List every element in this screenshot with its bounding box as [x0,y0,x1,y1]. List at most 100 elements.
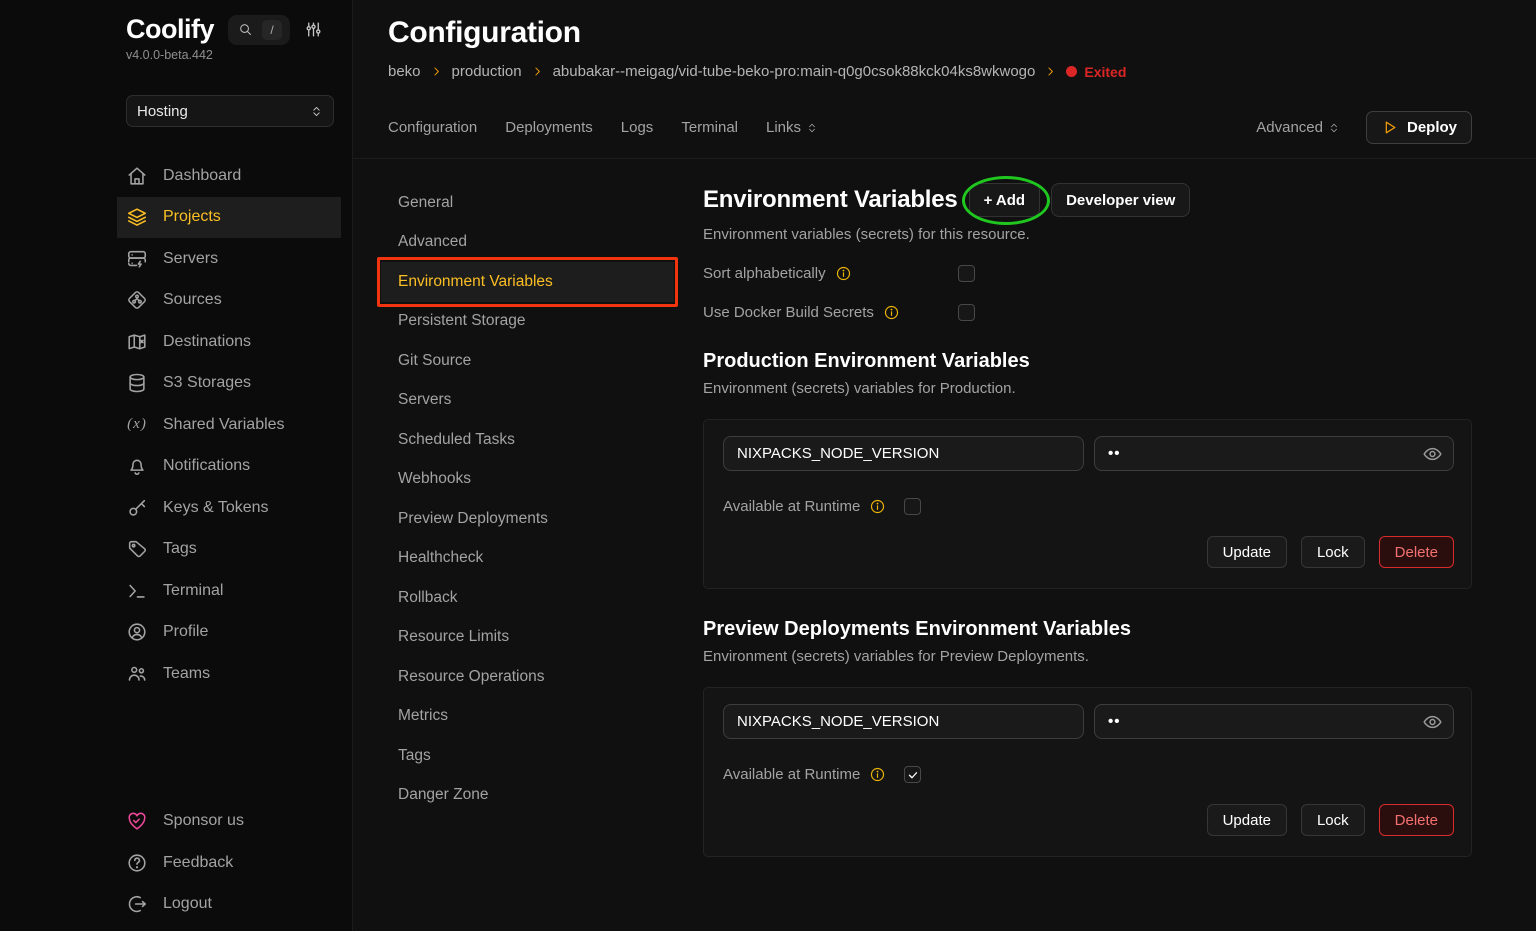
deploy-button[interactable]: Deploy [1366,111,1472,144]
sidebar-item-servers[interactable]: Servers [117,238,341,280]
subnav-item-persistent-storage[interactable]: Persistent Storage [388,302,674,342]
sidebar-item-notifications[interactable]: Notifications [117,446,341,488]
update-button[interactable]: Update [1207,536,1287,568]
status-dot [1066,66,1077,77]
breadcrumb-resource[interactable]: abubakar--meigag/vid-tube-beko-pro:main-… [553,63,1036,80]
chevron-updown-icon [806,122,818,134]
sort-alphabetically-checkbox[interactable] [958,265,975,282]
sidebar-nav: Dashboard Projects Servers Sources Desti… [126,155,342,695]
breadcrumb-environment[interactable]: production [452,63,522,80]
sort-alphabetically-label: Sort alphabetically [703,265,826,282]
subnav-item-resource-operations[interactable]: Resource Operations [388,657,674,697]
chevron-right-icon [430,65,443,78]
eye-icon[interactable] [1422,711,1443,732]
docker-build-secrets-label: Use Docker Build Secrets [703,304,874,321]
subnav-item-tags[interactable]: Tags [388,736,674,776]
status-badge: Exited [1066,64,1126,80]
heart-icon [126,810,148,832]
layers-icon [126,206,148,228]
main-area: Configuration beko production abubakar--… [353,0,1536,931]
tab-links[interactable]: Links [766,119,818,136]
add-variable-button[interactable]: + Add [969,183,1041,217]
tab-deployments[interactable]: Deployments [505,119,593,136]
subnav-item-advanced[interactable]: Advanced [388,223,674,263]
variable-value-input[interactable] [1094,704,1454,739]
subnav-item-preview-deployments[interactable]: Preview Deployments [388,499,674,539]
subnav-item-danger-zone[interactable]: Danger Zone [388,776,674,816]
settings-subnav: General Advanced Environment Variables P… [388,183,674,857]
docker-build-secrets-checkbox[interactable] [958,304,975,321]
variable-key-input[interactable] [723,704,1084,739]
sidebar-item-tags[interactable]: Tags [117,529,341,571]
sidebar-item-feedback[interactable]: Feedback [117,842,341,884]
variable-value-input[interactable] [1094,436,1454,471]
variable-key-input[interactable] [723,436,1084,471]
subnav-item-healthcheck[interactable]: Healthcheck [388,539,674,579]
sidebar-item-destinations[interactable]: Destinations [117,321,341,363]
sidebar-item-sources[interactable]: Sources [117,280,341,322]
lock-button[interactable]: Lock [1301,536,1365,568]
info-icon [869,498,886,515]
update-button[interactable]: Update [1207,804,1287,836]
tab-terminal[interactable]: Terminal [681,119,738,136]
tab-configuration[interactable]: Configuration [388,119,477,136]
sidebar-item-profile[interactable]: Profile [117,612,341,654]
breadcrumb-project[interactable]: beko [388,63,421,80]
sidebar-footer: Sponsor us Feedback Logout [126,801,341,926]
info-icon [883,304,900,321]
settings-sliders-icon[interactable] [304,20,323,39]
eye-icon[interactable] [1422,443,1443,464]
logout-icon [126,893,148,915]
sidebar-item-logout[interactable]: Logout [117,884,341,926]
sidebar-item-shared-variables[interactable]: (x) Shared Variables [117,404,341,446]
subnav-item-metrics[interactable]: Metrics [388,697,674,737]
subnav-item-rollback[interactable]: Rollback [388,578,674,618]
sidebar-item-projects[interactable]: Projects [117,197,341,239]
sidebar-item-sponsor[interactable]: Sponsor us [117,801,341,843]
page-title: Configuration [388,16,1472,50]
production-section-subtitle: Environment (secrets) variables for Prod… [703,380,1472,397]
status-text: Exited [1084,64,1126,80]
section-subtitle: Environment variables (secrets) for this… [703,226,1472,243]
available-at-runtime-label: Available at Runtime [723,766,860,783]
subnav-item-git-source[interactable]: Git Source [388,341,674,381]
section-title: Environment Variables [703,186,958,214]
sidebar-item-teams[interactable]: Teams [117,653,341,695]
sidebar-item-keys-tokens[interactable]: Keys & Tokens [117,487,341,529]
tag-icon [126,538,148,560]
subnav-item-servers[interactable]: Servers [388,381,674,421]
available-at-runtime-checkbox[interactable] [904,498,921,515]
delete-button[interactable]: Delete [1379,804,1454,836]
delete-button[interactable]: Delete [1379,536,1454,568]
sidebar-item-dashboard[interactable]: Dashboard [117,155,341,197]
chevron-right-icon [531,65,544,78]
preview-section-subtitle: Environment (secrets) variables for Prev… [703,648,1472,665]
subnav-item-scheduled-tasks[interactable]: Scheduled Tasks [388,420,674,460]
lock-button[interactable]: Lock [1301,804,1365,836]
database-icon [126,372,148,394]
subnav-item-webhooks[interactable]: Webhooks [388,460,674,500]
sidebar-item-terminal[interactable]: Terminal [117,570,341,612]
team-select[interactable]: Hosting [126,95,334,127]
subnav-item-general[interactable]: General [388,183,674,223]
tab-logs[interactable]: Logs [621,119,654,136]
sidebar-item-s3-storages[interactable]: S3 Storages [117,363,341,405]
advanced-dropdown[interactable]: Advanced [1256,119,1340,136]
app-window: Coolify / v4.0.0-beta.442 Hosting [0,0,1536,931]
search-icon [238,22,253,37]
available-at-runtime-checkbox[interactable] [904,766,921,783]
tabs-bar: Configuration Deployments Logs Terminal … [353,111,1536,144]
sidebar: Coolify / v4.0.0-beta.442 Hosting [0,0,353,931]
users-icon [126,663,148,685]
variable-icon: (x) [126,414,148,436]
chevron-updown-icon [310,105,323,118]
subnav-item-resource-limits[interactable]: Resource Limits [388,618,674,658]
preview-section-title: Preview Deployments Environment Variable… [703,618,1472,641]
preview-variable-card: Available at Runtime Update Lock Delete [703,687,1472,857]
app-version: v4.0.0-beta.442 [126,48,342,62]
subnav-item-environment-variables[interactable]: Environment Variables [381,262,674,302]
developer-view-button[interactable]: Developer view [1051,183,1190,217]
production-variable-card: Available at Runtime Update Lock Delete [703,419,1472,589]
search-button[interactable]: / [228,15,290,45]
production-section-title: Production Environment Variables [703,350,1472,373]
